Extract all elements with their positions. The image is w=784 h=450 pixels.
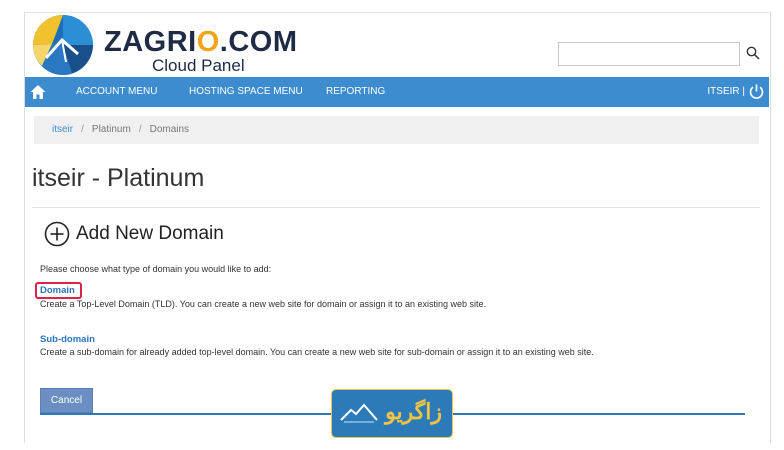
- breadcrumb-itseir[interactable]: itseir: [52, 124, 73, 135]
- user-menu[interactable]: ITSEIR |: [707, 86, 745, 97]
- watermark-badge: زاگریو: [331, 389, 453, 438]
- watermark-text: زاگریو: [385, 399, 442, 424]
- brand-logo[interactable]: ZAGRIO.COM Cloud Panel: [32, 14, 302, 76]
- domain-option-description: Create a Top-Level Domain (TLD). You can…: [40, 299, 487, 309]
- main-nav: ACCOUNT MENU HOSTING SPACE MENU REPORTIN…: [25, 77, 769, 107]
- subdomain-option-link[interactable]: Sub-domain: [40, 334, 95, 345]
- breadcrumb: itseir / Platinum / Domains: [34, 116, 759, 144]
- brand-name: ZAGRIO.COM: [104, 26, 298, 58]
- nav-account-menu[interactable]: ACCOUNT MENU: [76, 86, 157, 97]
- section-title: Add New Domain: [76, 223, 224, 244]
- breadcrumb-separator: /: [81, 124, 84, 135]
- home-icon[interactable]: [29, 83, 47, 101]
- nav-reporting[interactable]: REPORTING: [326, 86, 385, 97]
- power-icon[interactable]: [748, 83, 765, 100]
- domain-type-prompt: Please choose what type of domain you wo…: [40, 264, 272, 274]
- nav-hosting-space-menu[interactable]: HOSTING SPACE MENU: [189, 86, 303, 97]
- cancel-button[interactable]: Cancel: [40, 388, 93, 413]
- divider: [32, 207, 760, 208]
- brand-subtitle: Cloud Panel: [152, 56, 245, 75]
- plus-circle-icon: [44, 221, 70, 247]
- logo-globe-icon: [33, 15, 93, 75]
- subdomain-option-description: Create a sub-domain for already added to…: [40, 347, 594, 357]
- breadcrumb-platinum[interactable]: Platinum: [92, 124, 131, 135]
- domain-option-link[interactable]: Domain: [40, 285, 75, 296]
- breadcrumb-domains: Domains: [149, 124, 190, 135]
- breadcrumb-separator: /: [138, 124, 142, 135]
- mountain-logo-icon: [340, 403, 378, 423]
- search-input[interactable]: [558, 42, 740, 66]
- search-icon[interactable]: [745, 46, 761, 62]
- page-title: itseir - Platinum: [32, 164, 205, 192]
